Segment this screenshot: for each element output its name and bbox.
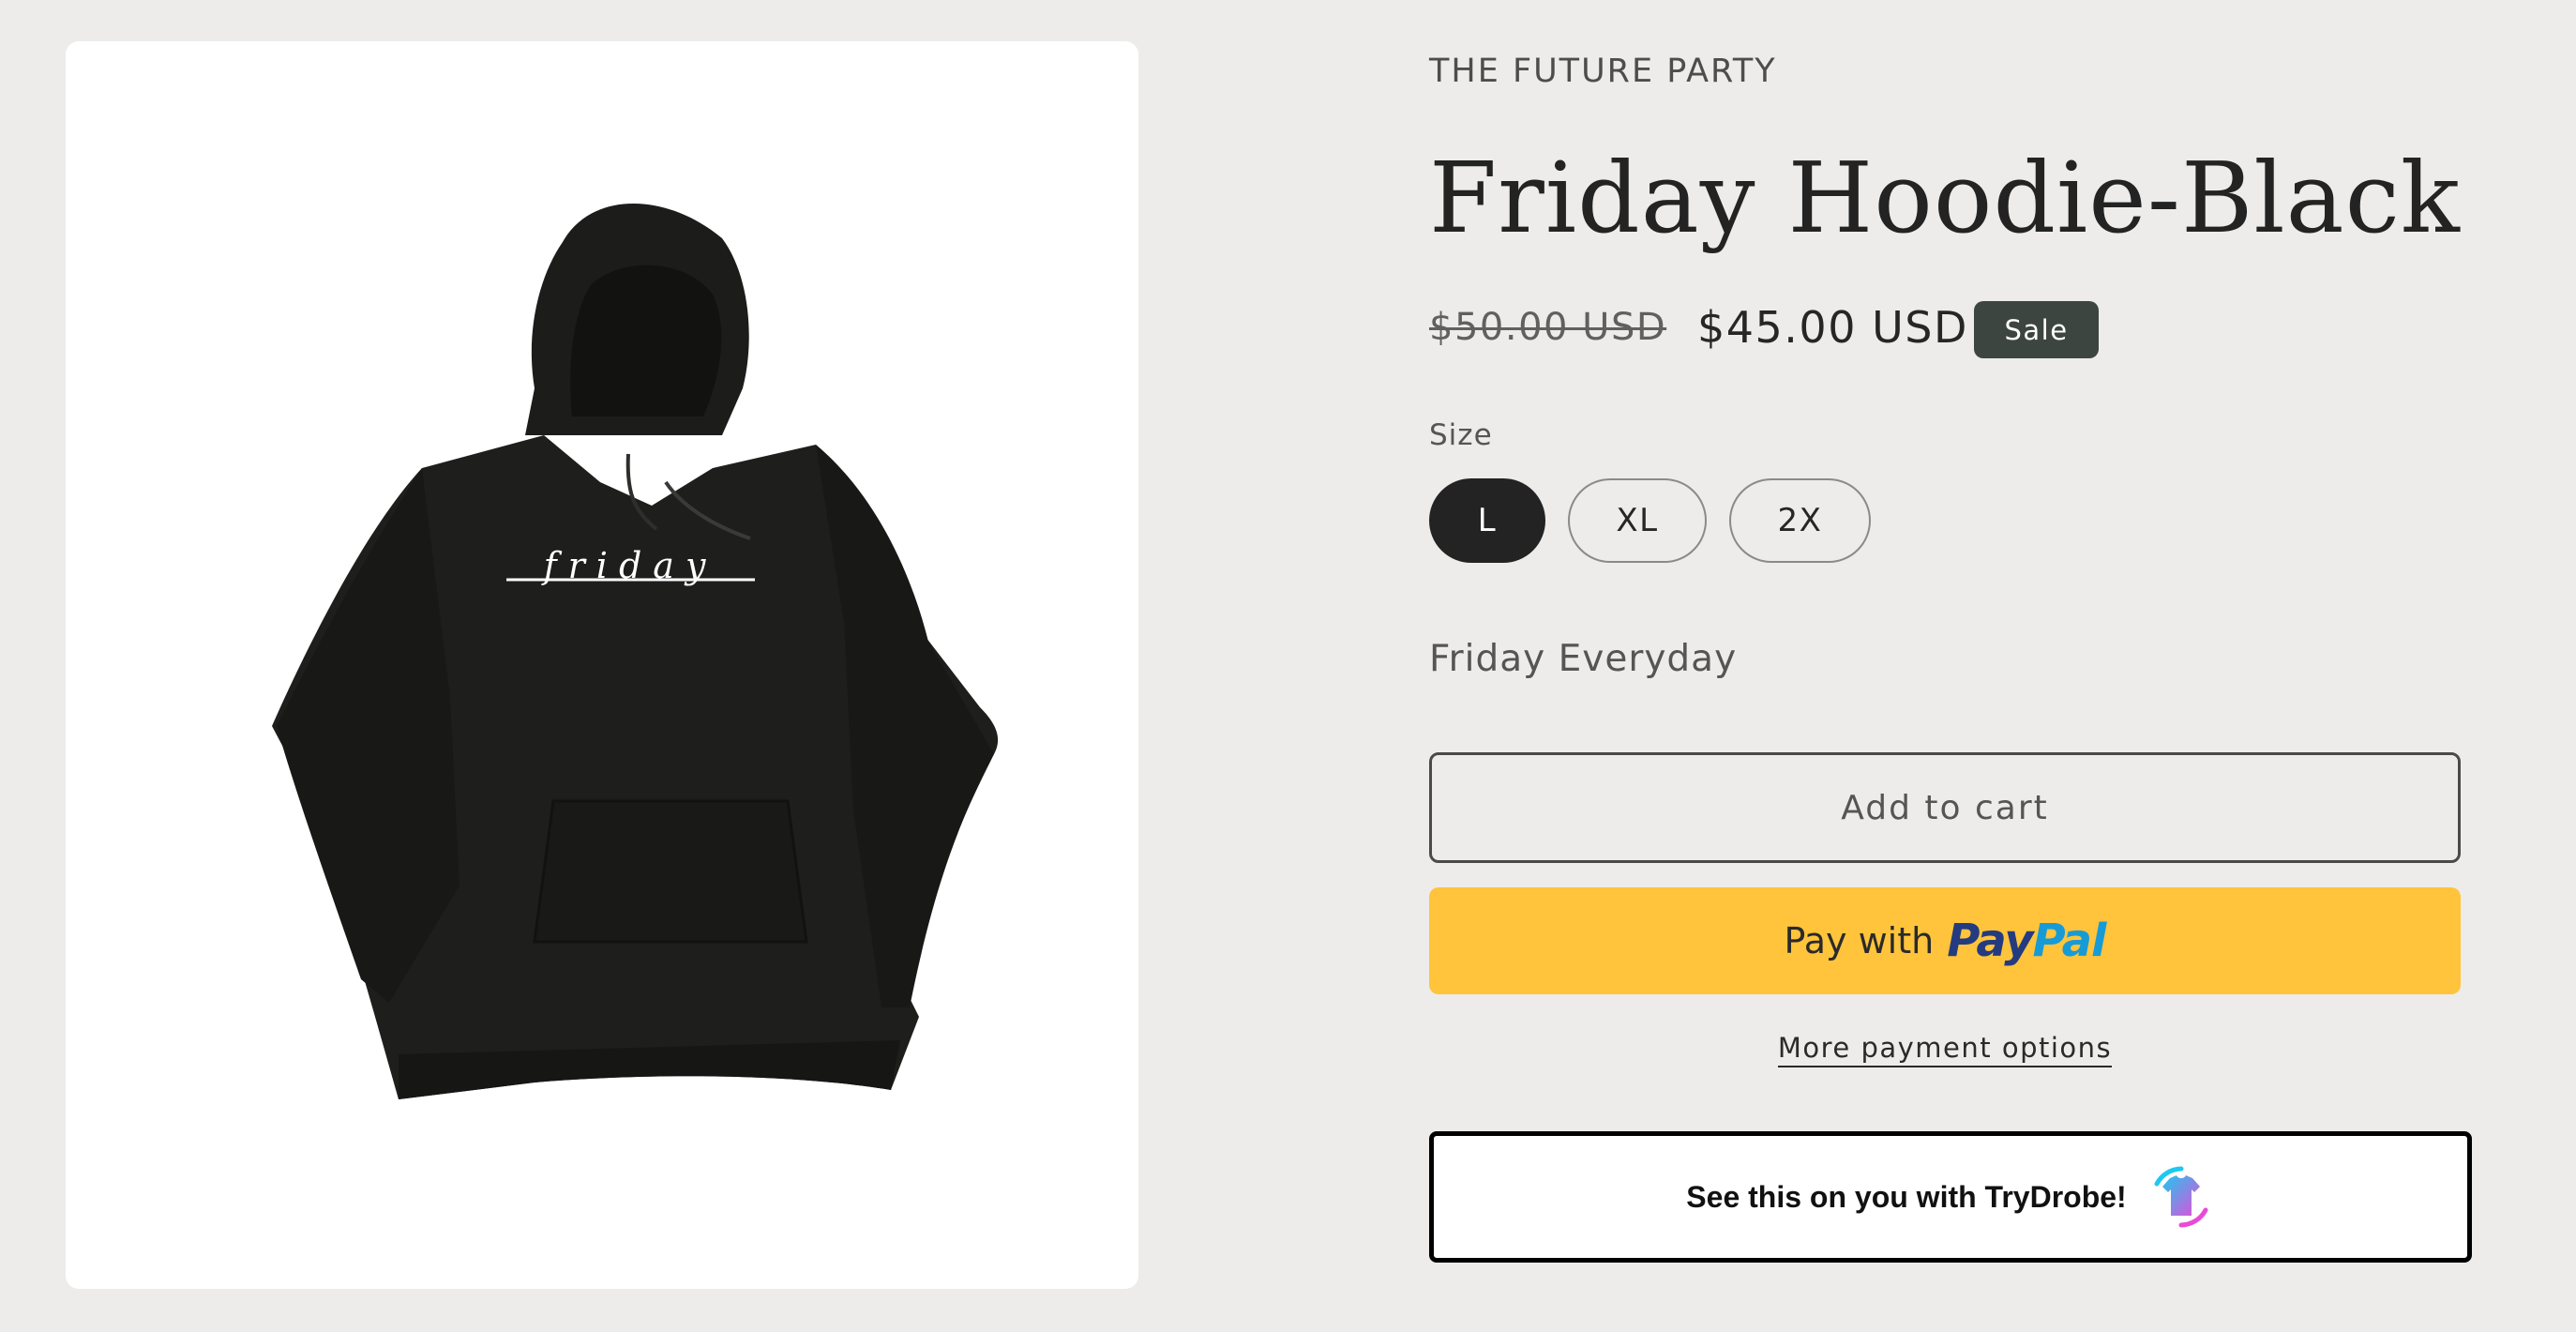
product-media[interactable]: friday [66, 41, 1138, 1289]
more-payment-options: More payment options [1429, 1032, 2461, 1067]
black-hoodie-image: friday [272, 203, 999, 1099]
sale-badge: Sale [1974, 301, 2099, 358]
paypal-logo-pay: Pay [1947, 915, 2033, 967]
product-tagline: Friday Everyday [1429, 638, 1738, 680]
trydrobe-button[interactable]: See this on you with TryDrobe! [1429, 1131, 2472, 1263]
size-label: Size [1429, 418, 1493, 452]
product-vendor[interactable]: THE FUTURE PARTY [1429, 53, 1777, 90]
price-row: $50.00 USD $45.00 USD Sale [1429, 301, 2367, 358]
size-option-xl[interactable]: XL [1568, 478, 1707, 563]
add-to-cart-button[interactable]: Add to cart [1429, 752, 2461, 863]
paypal-logo: PayPal [1947, 915, 2107, 967]
size-option-l[interactable]: L [1429, 478, 1545, 563]
paypal-logo-pal: Pal [2032, 915, 2107, 967]
size-option-2x[interactable]: 2X [1729, 478, 1871, 563]
product-title: Friday Hoodie-Black [1429, 141, 2461, 255]
price-regular: $50.00 USD [1429, 306, 1667, 349]
price-sale: $45.00 USD [1697, 302, 1968, 353]
paypal-prefix: Pay with [1784, 920, 1935, 961]
hoodie-print-text: friday [541, 545, 717, 586]
trydrobe-label: See this on you with TryDrobe! [1686, 1179, 2127, 1214]
more-payment-options-link[interactable]: More payment options [1777, 1032, 2113, 1067]
product-page: friday THE FUTURE PARTY Friday Hoodie-Bl… [0, 0, 2576, 1332]
tshirt-gradient-icon [2154, 1166, 2208, 1228]
paypal-button[interactable]: Pay with PayPal [1429, 887, 2461, 994]
